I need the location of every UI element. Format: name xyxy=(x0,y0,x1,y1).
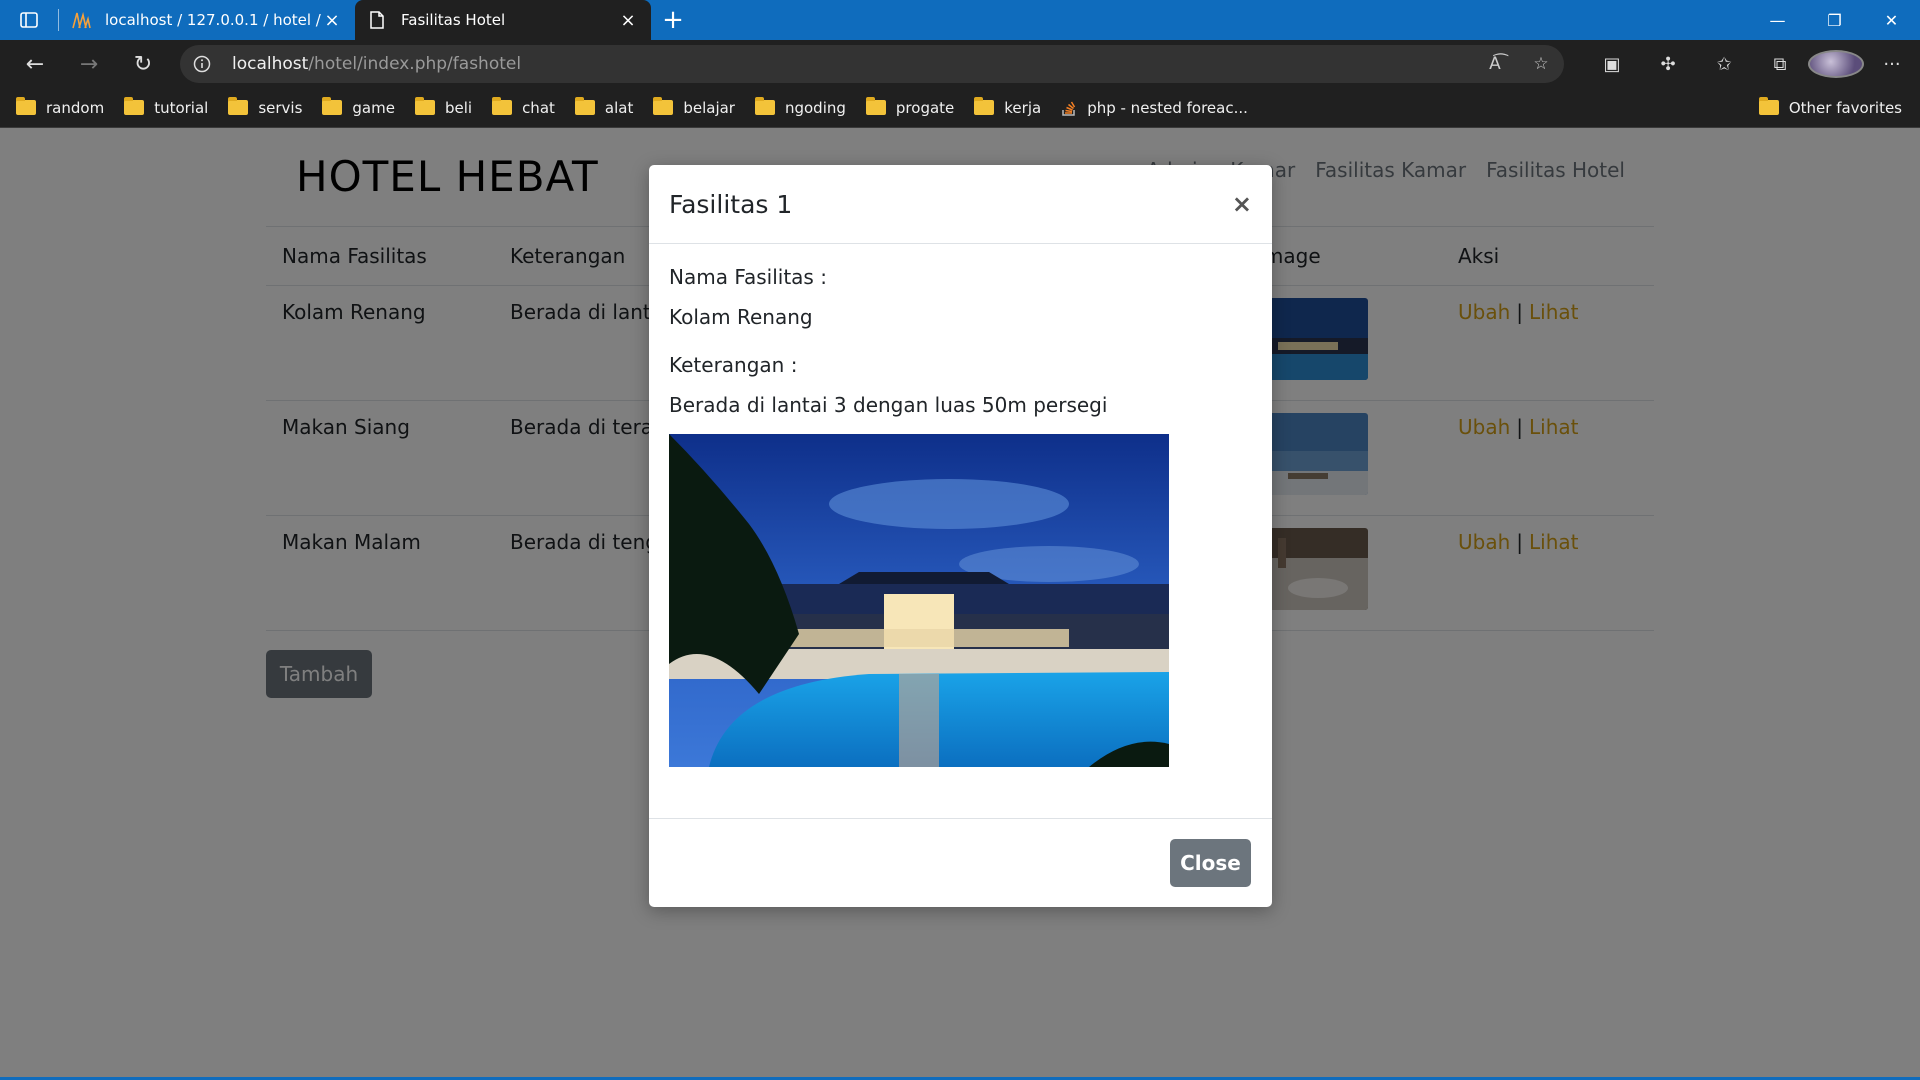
close-tab-icon[interactable]: × xyxy=(619,10,637,31)
profile-button[interactable] xyxy=(1808,50,1864,78)
close-button[interactable]: Close xyxy=(1170,839,1251,887)
tab-title: localhost / 127.0.0.1 / hotel / kar xyxy=(105,11,323,29)
folder-icon xyxy=(16,97,36,115)
close-window-icon[interactable]: ✕ xyxy=(1863,0,1920,40)
favorite-label: servis xyxy=(258,98,303,117)
favorite-label: alat xyxy=(604,98,634,117)
nama-value: Kolam Renang xyxy=(669,305,813,329)
read-aloud-icon[interactable]: A͡ xyxy=(1472,54,1518,74)
browser-titlebar: localhost / 127.0.0.1 / hotel / kar × Fa… xyxy=(0,0,1920,40)
folder-icon xyxy=(865,97,886,115)
stackoverflow-icon xyxy=(1062,101,1076,116)
sidebar-icon xyxy=(20,12,38,28)
keterangan-value: Berada di lantai 3 dengan luas 50m perse… xyxy=(669,393,1108,417)
favorite-folder[interactable]: alat xyxy=(574,97,634,117)
window-controls: — ❐ ✕ xyxy=(1749,0,1920,40)
arrow-right-icon: → xyxy=(79,51,99,77)
address-bar[interactable]: localhost/hotel/index.php/fashotel A͡ ☆ xyxy=(180,45,1564,83)
favorite-folder[interactable]: belajar xyxy=(653,97,735,117)
forward-button[interactable]: → xyxy=(62,40,116,88)
fasilitas-modal: Fasilitas 1 × Nama Fasilitas : Kolam Ren… xyxy=(649,165,1272,907)
url-path: /hotel/index.php/fashotel xyxy=(308,54,522,74)
favorite-folder[interactable]: random xyxy=(16,97,105,117)
favorite-label: tutorial xyxy=(154,98,209,117)
new-tab-button[interactable]: + xyxy=(651,0,695,40)
facility-image xyxy=(669,434,1169,767)
info-icon[interactable] xyxy=(180,55,224,73)
folder-icon xyxy=(974,97,995,115)
favorite-folder[interactable]: chat xyxy=(492,97,555,117)
favorite-folder[interactable]: progate xyxy=(865,97,955,117)
folder-icon xyxy=(1758,97,1779,115)
other-favorites[interactable]: Other favorites xyxy=(1758,97,1902,117)
favorite-label: kerja xyxy=(1004,98,1042,117)
url-text: localhost/hotel/index.php/fashotel xyxy=(232,54,521,74)
folder-icon xyxy=(124,97,145,115)
browser-tools: ▣ ✣ ✩ ⧉ ··· xyxy=(1584,40,1920,88)
folder-icon xyxy=(414,97,435,115)
more-icon[interactable]: ··· xyxy=(1864,54,1920,75)
phpmyadmin-icon xyxy=(71,10,91,30)
favorites-icon[interactable]: ✩ xyxy=(1696,54,1752,75)
keterangan-label: Keterangan : xyxy=(669,353,798,377)
folder-icon xyxy=(322,97,343,115)
address-toolbar: ← → ↻ localhost/hotel/index.php/fashotel… xyxy=(0,40,1920,88)
tab-fasilitas-hotel[interactable]: Fasilitas Hotel × xyxy=(355,0,651,40)
tab-actions-button[interactable] xyxy=(0,0,58,40)
modal-header: Fasilitas 1 × xyxy=(649,165,1272,244)
folder-icon xyxy=(754,97,775,115)
tab-phpmyadmin[interactable]: localhost / 127.0.0.1 / hotel / kar × xyxy=(59,0,355,40)
url-host: localhost xyxy=(232,54,309,74)
plus-icon: + xyxy=(662,5,684,35)
favorite-label: beli xyxy=(444,98,473,117)
favorite-link[interactable]: php - nested foreac... xyxy=(1061,99,1248,117)
favorite-folder[interactable]: game xyxy=(322,97,395,117)
favorite-label: belajar xyxy=(683,98,735,117)
nama-label: Nama Fasilitas : xyxy=(669,265,827,289)
favorite-label: ngoding xyxy=(784,98,846,117)
folder-icon xyxy=(653,97,674,115)
avatar xyxy=(1808,50,1864,78)
modal-body: Nama Fasilitas : Kolam Renang Keterangan… xyxy=(649,244,1272,772)
collections-icon[interactable]: ⧉ xyxy=(1752,54,1808,75)
favorite-label: php - nested foreac... xyxy=(1087,98,1248,117)
favorites-bar: random tutorial servis game beli chat al… xyxy=(0,88,1920,128)
favorite-folder[interactable]: servis xyxy=(228,97,303,117)
favorite-label: game xyxy=(352,98,395,117)
arrow-left-icon: ← xyxy=(25,51,45,77)
back-button[interactable]: ← xyxy=(8,40,62,88)
favorite-folder[interactable]: kerja xyxy=(974,97,1042,117)
extensions-puzzle-icon[interactable]: ✣ xyxy=(1640,54,1696,75)
favorite-label: Other favorites xyxy=(1788,98,1902,117)
close-icon[interactable]: × xyxy=(1232,190,1252,218)
favorite-label: random xyxy=(46,98,105,117)
folder-icon xyxy=(228,97,249,115)
page-icon xyxy=(367,10,387,30)
restore-icon[interactable]: ❐ xyxy=(1806,0,1863,40)
refresh-icon: ↻ xyxy=(133,51,153,77)
extension-icon[interactable]: ▣ xyxy=(1584,54,1640,75)
modal-footer: Close xyxy=(649,818,1272,907)
favorite-folder[interactable]: beli xyxy=(414,97,473,117)
add-favorite-icon[interactable]: ☆ xyxy=(1518,54,1564,74)
refresh-button[interactable]: ↻ xyxy=(116,40,170,88)
favorite-folder[interactable]: tutorial xyxy=(124,97,209,117)
favorite-label: chat xyxy=(522,98,555,117)
folder-icon xyxy=(492,97,513,115)
favorite-label: progate xyxy=(895,98,955,117)
close-tab-icon[interactable]: × xyxy=(323,10,341,31)
favorite-folder[interactable]: ngoding xyxy=(754,97,846,117)
folder-icon xyxy=(574,97,595,115)
modal-title: Fasilitas 1 xyxy=(669,189,793,219)
minimize-icon[interactable]: — xyxy=(1749,0,1806,40)
tab-title: Fasilitas Hotel xyxy=(401,11,506,29)
